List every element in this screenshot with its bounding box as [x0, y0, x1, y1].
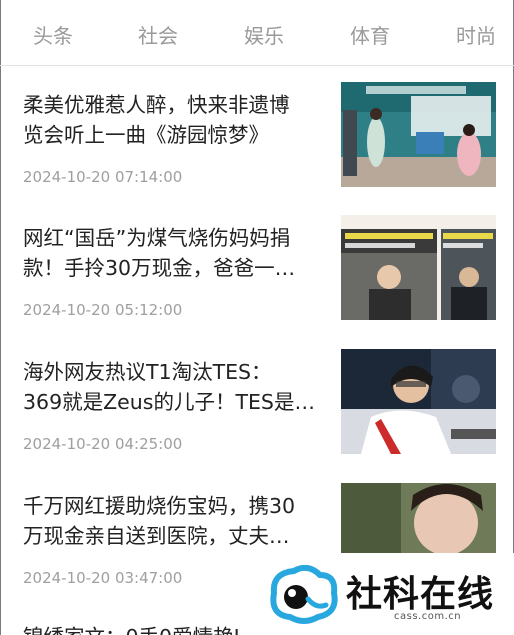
watermark-brand-name: 社科在线	[346, 573, 495, 615]
news-timestamp: 2024-10-20 05:12:00	[23, 301, 183, 319]
news-item[interactable]: 海外网友热议T1淘汰TES： 369就是Zeus的儿子！TES是… 2024-1…	[0, 349, 514, 482]
site-watermark: 社科在线 cass.com.cn	[262, 553, 514, 635]
news-title: 千万网红援助烧伤宝妈，携30 万现金亲自送到医院，丈夫…	[23, 491, 328, 551]
news-thumbnail	[341, 349, 496, 454]
category-tab-bar: 头条 社会 娱乐 体育 时尚	[0, 0, 514, 66]
news-title-line: 369就是Zeus的儿子！TES是…	[23, 390, 315, 414]
watermark-url: cass.com.cn	[394, 611, 462, 622]
news-title-line: 网红“国岳”为煤气烧伤妈妈捐	[23, 226, 291, 250]
news-item[interactable]: 柔美优雅惹人醉，快来非遗博 览会听上一曲《游园惊梦》 2024-10-20 07…	[0, 82, 514, 215]
news-title-line: 万现金亲自送到医院，丈夫…	[23, 524, 290, 548]
news-item[interactable]: 网红“国岳”为煤气烧伤妈妈捐 款！手拎30万现金，爸爸一… 2024-10-20…	[0, 215, 514, 348]
news-title-line: 柔美优雅惹人醉，快来非遗博	[23, 93, 290, 117]
news-timestamp: 2024-10-20 04:25:00	[23, 435, 183, 453]
news-title-line: 千万网红援助烧伤宝妈，携30	[23, 494, 296, 518]
news-title: 网红“国岳”为煤气烧伤妈妈捐 款！手拎30万现金，爸爸一…	[23, 223, 328, 283]
news-timestamp: 2024-10-20 03:47:00	[23, 569, 183, 587]
tab-entertainment[interactable]: 娱乐	[244, 20, 284, 49]
news-title: 柔美优雅惹人醉，快来非遗博 览会听上一曲《游园惊梦》	[23, 90, 328, 150]
tab-society[interactable]: 社会	[138, 20, 178, 49]
news-title: 海外网友热议T1淘汰TES： 369就是Zeus的儿子！TES是…	[23, 357, 328, 417]
news-thumbnail	[341, 215, 496, 320]
news-title-line: 款！手拎30万现金，爸爸一…	[23, 256, 296, 280]
news-title-line: 览会听上一曲《游园惊梦》	[23, 123, 269, 147]
news-timestamp: 2024-10-20 07:14:00	[23, 168, 183, 186]
next-news-title-partial[interactable]: 锦绣家文：0手0爱情艳L	[23, 622, 245, 635]
eye-logo-icon	[270, 565, 338, 624]
news-title-line: 海外网友热议T1淘汰TES：	[23, 360, 272, 384]
tab-headlines[interactable]: 头条	[33, 20, 73, 49]
tab-sports[interactable]: 体育	[350, 20, 390, 49]
tab-fashion[interactable]: 时尚	[456, 20, 496, 49]
news-thumbnail	[341, 82, 496, 187]
